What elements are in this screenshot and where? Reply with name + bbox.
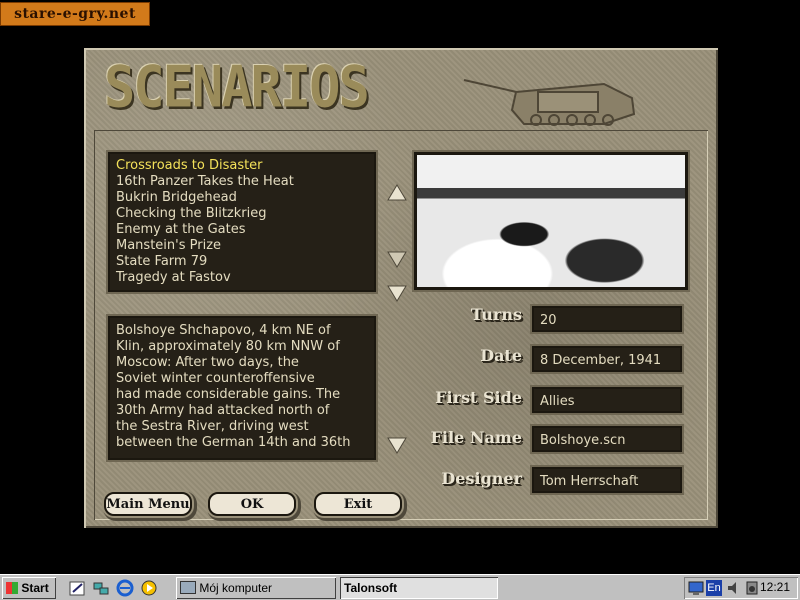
language-indicator[interactable]: En — [706, 580, 722, 596]
media-player-icon[interactable] — [140, 579, 158, 597]
designer-value: Tom Herrschaft — [532, 467, 682, 493]
first-side-value: Allies — [532, 387, 682, 413]
scenario-photo — [414, 152, 688, 290]
internet-explorer-icon[interactable] — [116, 579, 134, 597]
scenario-list-item[interactable]: Manstein's Prize — [116, 238, 368, 254]
arrow-up-icon — [387, 184, 407, 201]
exit-button[interactable]: Exit — [314, 492, 402, 516]
page-title: SCENARIOS — [104, 55, 370, 121]
site-watermark: stare-e-gry.net — [0, 2, 150, 26]
scenario-description: Bolshoye Shchapovo, 4 km NE of Klin, app… — [108, 316, 376, 460]
scroll-up-button[interactable] — [386, 182, 408, 204]
scenario-list-item[interactable]: 16th Panzer Takes the Heat — [116, 174, 368, 190]
file-name-label: File Name — [430, 428, 522, 447]
start-button[interactable]: Start — [2, 577, 56, 599]
scenario-list-item[interactable]: Bukrin Bridgehead — [116, 190, 368, 206]
network-icon[interactable] — [92, 579, 110, 597]
date-label: Date — [480, 346, 522, 365]
main-menu-button[interactable]: Main Menu — [104, 492, 192, 516]
scenario-list-item[interactable]: Enemy at the Gates — [116, 222, 368, 238]
computer-icon — [180, 581, 196, 594]
scenario-list-item[interactable]: Tragedy at Fastov — [116, 270, 368, 286]
scenario-list[interactable]: Crossroads to Disaster 16th Panzer Takes … — [108, 152, 376, 292]
scroll-down-slow-button[interactable] — [386, 248, 408, 270]
start-label: Start — [21, 581, 49, 595]
designer-label: Designer — [441, 469, 522, 488]
arrow-down-icon — [387, 285, 407, 302]
scenario-list-item[interactable]: Crossroads to Disaster — [116, 158, 368, 174]
tank-icon — [463, 79, 636, 126]
scroll-down-button[interactable] — [386, 282, 408, 304]
windows-logo-icon — [6, 582, 18, 594]
taskbar-item-label: Talonsoft — [344, 581, 398, 595]
file-name-value: Bolshoye.scn — [532, 426, 682, 452]
system-tray: En 12:21 — [684, 577, 798, 599]
speaker-icon[interactable] — [744, 580, 760, 596]
ok-button[interactable]: OK — [208, 492, 296, 516]
display-icon[interactable] — [688, 580, 704, 596]
taskbar-item-my-computer[interactable]: Mój komputer — [176, 577, 336, 599]
taskbar-item-talonsoft[interactable]: Talonsoft — [340, 577, 498, 599]
scenario-list-item[interactable]: Checking the Blitzkrieg — [116, 206, 368, 222]
scenarios-panel: SCENARIOS Crossroads to Disaster 16th Pan… — [84, 48, 718, 528]
taskbar: Start Mój komputer Talonsoft En 12:21 — [0, 574, 800, 600]
edit-icon[interactable] — [68, 579, 86, 597]
first-side-label: First Side — [435, 388, 522, 407]
turns-label: Turns — [470, 305, 522, 324]
clock: 12:21 — [759, 580, 790, 594]
arrow-down-icon — [387, 251, 407, 268]
taskbar-item-label: Mój komputer — [199, 581, 273, 595]
scenario-list-item[interactable]: State Farm 79 — [116, 254, 368, 270]
volume-icon[interactable] — [726, 580, 742, 596]
turns-value: 20 — [532, 306, 682, 332]
date-value: 8 December, 1941 — [532, 346, 682, 372]
